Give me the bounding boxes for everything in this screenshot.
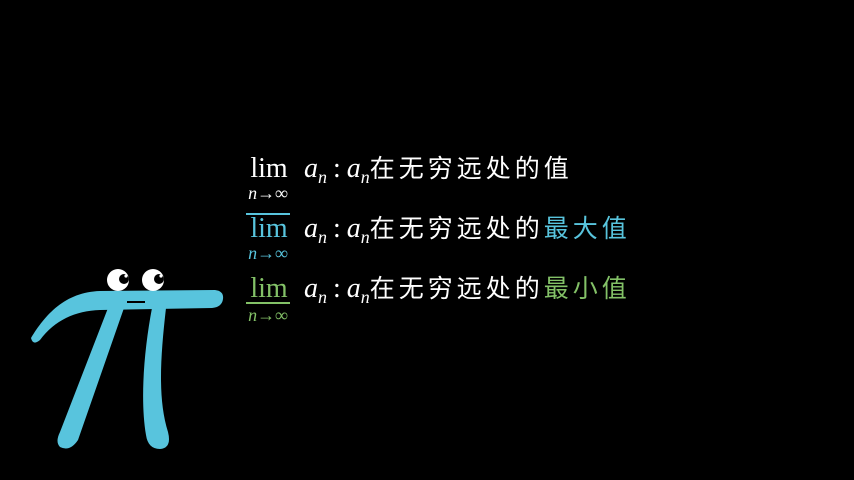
- lim-subscript: n→∞: [248, 305, 288, 325]
- a-symbol: a: [346, 213, 361, 244]
- n-subscript: n: [360, 227, 370, 247]
- n-subscript: n: [318, 227, 327, 247]
- a-symbol: a: [304, 153, 318, 184]
- description: 在无穷远处的: [369, 276, 544, 303]
- limit-expression: an: an在无穷远处的值: [304, 154, 573, 192]
- colon: :: [333, 213, 341, 244]
- liminf-expression: an: an在无穷远处的最小值: [304, 274, 631, 312]
- lim-label: lim: [250, 153, 288, 184]
- a-symbol: a: [304, 273, 318, 304]
- lim-subscript: n→∞: [248, 243, 288, 263]
- n-subscript: n: [318, 287, 327, 307]
- n-subscript: n: [318, 167, 327, 187]
- lim-subscript: n→∞: [248, 183, 288, 203]
- a-symbol: a: [346, 153, 361, 184]
- mouth: [127, 301, 145, 303]
- limsup-label: lim: [250, 213, 288, 244]
- n-subscript: n: [360, 167, 370, 187]
- colon: :: [333, 273, 341, 304]
- colon: :: [333, 153, 341, 184]
- value-word: 值: [543, 156, 573, 183]
- pi-body: [31, 290, 224, 449]
- eyes: [107, 269, 164, 291]
- min-value-word: 最小值: [543, 276, 631, 303]
- max-value-word: 最大值: [543, 216, 631, 243]
- limsup-expression: an: an在无穷远处的最大值: [304, 214, 631, 252]
- a-symbol: a: [304, 213, 318, 244]
- liminf-label: lim: [250, 273, 288, 304]
- a-symbol: a: [346, 273, 361, 304]
- description: 在无穷远处的: [369, 156, 544, 183]
- description: 在无穷远处的: [369, 216, 544, 243]
- n-subscript: n: [360, 287, 370, 307]
- underline: [246, 302, 290, 304]
